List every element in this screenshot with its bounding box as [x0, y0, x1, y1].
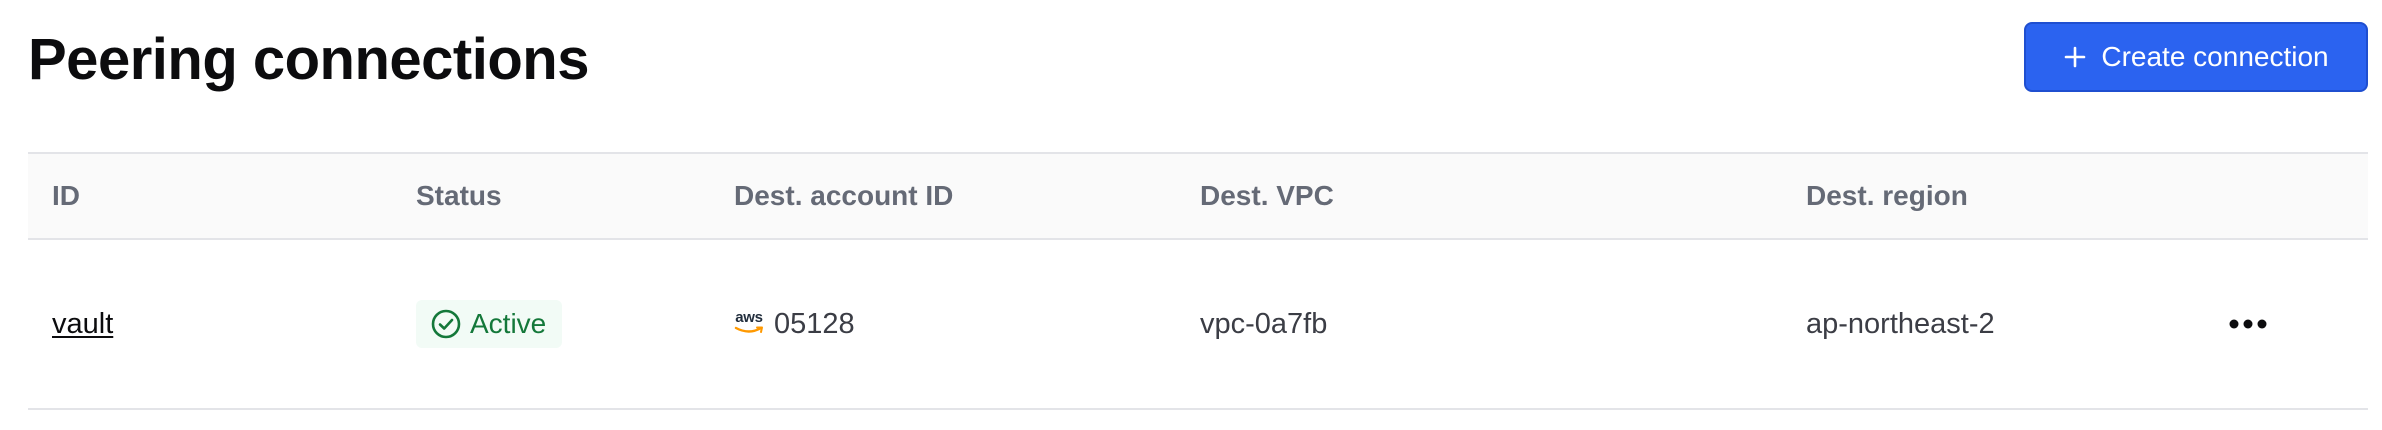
- page-title: Peering connections: [28, 27, 589, 92]
- cell-actions: [2218, 240, 2278, 408]
- column-header-dest-account-id: Dest. account ID: [734, 180, 954, 211]
- create-connection-button[interactable]: Create connection: [2024, 22, 2368, 92]
- create-connection-label: Create connection: [2101, 41, 2329, 72]
- column-header-dest-vpc: Dest. VPC: [1200, 180, 1334, 211]
- cell-id: vault: [52, 240, 113, 408]
- aws-logo-icon: aws: [734, 310, 764, 335]
- row-actions-button[interactable]: [2218, 304, 2278, 344]
- more-horizontal-icon: [2229, 319, 2267, 329]
- cell-dest-region: ap-northeast-2: [1806, 240, 1995, 408]
- dest-region: ap-northeast-2: [1806, 307, 1995, 340]
- status-label: Active: [470, 308, 547, 339]
- check-circle-icon: [430, 308, 462, 340]
- cell-dest-account-id: aws 05128: [734, 240, 855, 408]
- page-header: Peering connections Create connection: [28, 0, 2368, 140]
- connection-id-link[interactable]: vault: [52, 308, 113, 341]
- column-header-id: ID: [52, 180, 80, 211]
- column-header-status: Status: [416, 180, 502, 211]
- table-row: vault Active aws 05128 vpc-0a7fb ap-nort…: [28, 240, 2368, 410]
- table-header: ID Status Dest. account ID Dest. VPC Des…: [28, 152, 2368, 240]
- peering-connections-table: ID Status Dest. account ID Dest. VPC Des…: [28, 152, 2368, 410]
- column-header-dest-region: Dest. region: [1806, 180, 1968, 211]
- status-badge: Active: [416, 300, 563, 348]
- cell-dest-vpc: vpc-0a7fb: [1200, 240, 1327, 408]
- plus-icon: [2063, 45, 2087, 69]
- cell-status: Active: [416, 240, 563, 408]
- dest-vpc: vpc-0a7fb: [1200, 307, 1328, 340]
- dest-account-id: 05128: [774, 307, 855, 340]
